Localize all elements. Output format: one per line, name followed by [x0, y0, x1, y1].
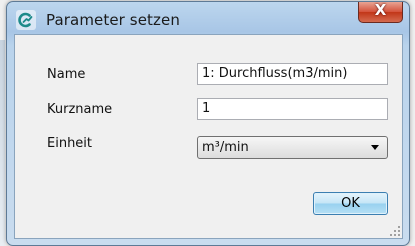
- einheit-select[interactable]: m³/min: [197, 136, 388, 159]
- window-title: Parameter setzen: [46, 11, 180, 29]
- einheit-label: Einheit: [47, 136, 93, 151]
- close-button[interactable]: X: [358, 1, 403, 23]
- dialog-client-area: Name 1: Durchfluss(m3/min) Kurzname 1 Ei…: [14, 34, 403, 239]
- kurzname-input[interactable]: 1: [197, 98, 388, 120]
- dialog-window: Parameter setzen X Name 1: Durchfluss(m3…: [6, 1, 410, 246]
- resize-grip-icon[interactable]: [390, 226, 400, 236]
- close-icon: X: [374, 1, 387, 19]
- kurzname-label: Kurzname: [47, 102, 113, 117]
- name-label: Name: [47, 67, 86, 82]
- desktop-background: [0, 40, 5, 246]
- ok-button[interactable]: OK: [313, 192, 388, 215]
- app-logo-icon: [16, 10, 36, 30]
- name-input[interactable]: 1: Durchfluss(m3/min): [197, 63, 388, 85]
- einheit-selected-value: m³/min: [202, 140, 249, 155]
- chevron-down-icon: [371, 145, 379, 150]
